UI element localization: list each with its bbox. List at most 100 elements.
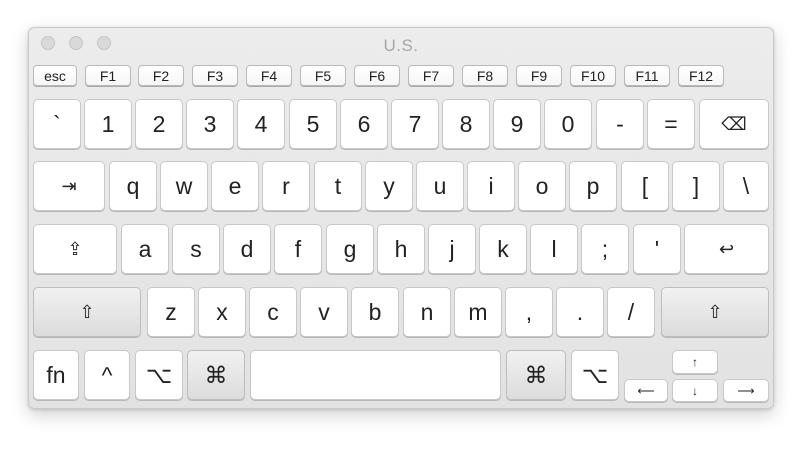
left-option-key[interactable]: ⌥ — [135, 350, 183, 400]
arrow-up-key[interactable]: ↑ — [672, 350, 718, 374]
right-command-key[interactable]: ⌘ — [506, 350, 566, 400]
key-f2-label: F2 — [152, 67, 170, 84]
key-l-label: l — [551, 235, 557, 262]
key-esc-label: esc — [44, 67, 66, 84]
return-key[interactable]: ↩ — [684, 224, 769, 274]
key-i[interactable]: i — [467, 161, 515, 211]
key-l[interactable]: l — [530, 224, 578, 274]
key-z[interactable]: z — [147, 287, 195, 337]
key-f11[interactable]: F11 — [624, 65, 670, 86]
right-shift-key[interactable]: ⇧ — [661, 287, 769, 337]
arrow-right-key[interactable]: ⟶ — [723, 379, 769, 402]
key-equals[interactable]: = — [647, 99, 695, 149]
key-3[interactable]: 3 — [186, 99, 234, 149]
key-backslash[interactable]: \ — [723, 161, 769, 211]
key-left-bracket[interactable]: [ — [621, 161, 669, 211]
return-key-label: ↩ — [718, 238, 735, 259]
left-command-key[interactable]: ⌘ — [187, 350, 245, 400]
key-w[interactable]: w — [160, 161, 208, 211]
tab-key[interactable]: ⇥ — [33, 161, 105, 211]
key-0[interactable]: 0 — [544, 99, 592, 149]
key-w-label: w — [175, 172, 193, 199]
key-n-label: n — [420, 298, 434, 325]
control-key-label: ^ — [101, 361, 113, 388]
key-f10[interactable]: F10 — [570, 65, 616, 86]
key-comma[interactable]: , — [505, 287, 553, 337]
key-f5[interactable]: F5 — [300, 65, 346, 86]
key-t[interactable]: t — [314, 161, 362, 211]
arrow-left-key[interactable]: ⟵ — [624, 379, 668, 402]
key-d[interactable]: d — [223, 224, 271, 274]
key-2[interactable]: 2 — [135, 99, 183, 149]
key-e-label: e — [228, 172, 242, 199]
key-comma-label: , — [525, 298, 533, 325]
key-a[interactable]: a — [121, 224, 169, 274]
key-r[interactable]: r — [262, 161, 310, 211]
key-d-label: d — [240, 235, 254, 262]
key-u[interactable]: u — [416, 161, 464, 211]
key-5-label: 5 — [306, 110, 320, 137]
left-option-key-label: ⌥ — [145, 361, 173, 388]
key-quote[interactable]: ' — [633, 224, 681, 274]
key-f7[interactable]: F7 — [408, 65, 454, 86]
key-backtick[interactable]: ` — [33, 99, 81, 149]
key-9[interactable]: 9 — [493, 99, 541, 149]
key-f4[interactable]: F4 — [246, 65, 292, 86]
key-6[interactable]: 6 — [340, 99, 388, 149]
key-c[interactable]: c — [249, 287, 297, 337]
left-shift-key[interactable]: ⇧ — [33, 287, 141, 337]
key-f3[interactable]: F3 — [192, 65, 238, 86]
key-h[interactable]: h — [377, 224, 425, 274]
key-p[interactable]: p — [569, 161, 617, 211]
key-8-label: 8 — [459, 110, 473, 137]
fn-key[interactable]: fn — [33, 350, 79, 400]
key-f6[interactable]: F6 — [354, 65, 400, 86]
key-y[interactable]: y — [365, 161, 413, 211]
space-bar[interactable] — [250, 350, 501, 400]
key-minus-label: - — [616, 110, 624, 137]
key-n[interactable]: n — [403, 287, 451, 337]
key-e[interactable]: e — [211, 161, 259, 211]
key-g-label: g — [343, 235, 357, 262]
key-k-label: k — [497, 235, 509, 262]
key-x[interactable]: x — [198, 287, 246, 337]
caps-lock-key[interactable]: ⇪ — [33, 224, 117, 274]
key-1[interactable]: 1 — [84, 99, 132, 149]
key-u-label: u — [433, 172, 447, 199]
key-m[interactable]: m — [454, 287, 502, 337]
right-option-key[interactable]: ⌥ — [571, 350, 619, 400]
key-esc[interactable]: esc — [33, 65, 77, 86]
key-b[interactable]: b — [351, 287, 399, 337]
control-key[interactable]: ^ — [84, 350, 130, 400]
delete-key[interactable]: ⌫ — [699, 99, 769, 149]
caps-lock-key-label: ⇪ — [67, 238, 83, 259]
key-slash[interactable]: / — [607, 287, 655, 337]
key-4[interactable]: 4 — [237, 99, 285, 149]
key-f[interactable]: f — [274, 224, 322, 274]
key-slash-label: / — [627, 298, 635, 325]
key-f2[interactable]: F2 — [138, 65, 184, 86]
key-7[interactable]: 7 — [391, 99, 439, 149]
key-j[interactable]: j — [428, 224, 476, 274]
arrow-down-key[interactable]: ↓ — [672, 379, 718, 402]
key-f12[interactable]: F12 — [678, 65, 724, 86]
key-f1[interactable]: F1 — [85, 65, 131, 86]
key-8[interactable]: 8 — [442, 99, 490, 149]
key-o[interactable]: o — [518, 161, 566, 211]
key-f8[interactable]: F8 — [462, 65, 508, 86]
key-semicolon[interactable]: ; — [581, 224, 629, 274]
key-equals-label: = — [664, 110, 678, 137]
key-s[interactable]: s — [172, 224, 220, 274]
key-g[interactable]: g — [326, 224, 374, 274]
key-minus[interactable]: - — [596, 99, 644, 149]
key-q[interactable]: q — [109, 161, 157, 211]
key-k[interactable]: k — [479, 224, 527, 274]
key-backtick-label: ` — [53, 110, 61, 137]
key-f9[interactable]: F9 — [516, 65, 562, 86]
right-option-key-label: ⌥ — [581, 361, 609, 388]
key-right-bracket[interactable]: ] — [672, 161, 720, 211]
key-period[interactable]: . — [556, 287, 604, 337]
key-5[interactable]: 5 — [289, 99, 337, 149]
key-1-label: 1 — [101, 110, 115, 137]
key-v[interactable]: v — [300, 287, 348, 337]
